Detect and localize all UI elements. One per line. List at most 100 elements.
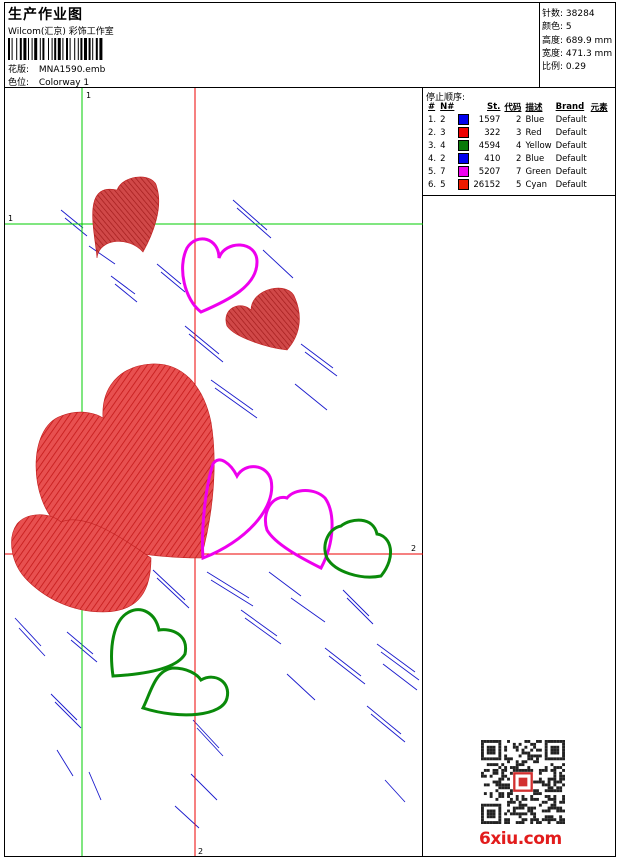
qr-module [530,768,534,772]
qr-module [512,742,516,746]
table-header-row: # N# St. 代码 描述 Brand 元素 [426,101,610,113]
qr-module [504,821,508,824]
qr-module [498,812,502,816]
qr-module [559,740,563,743]
qr-module [489,812,493,816]
qr-module [553,797,557,801]
qr-module [483,774,487,778]
qr-module [559,757,563,761]
qr-module [504,748,508,752]
qr-module [504,774,508,778]
barcode-bar [57,38,61,60]
qr-module [536,821,539,824]
green-outline-heart-right [323,518,392,579]
qr-module [504,812,508,816]
qr-module [498,742,502,746]
qr-module [492,771,496,775]
qr-module [507,803,510,807]
color-swatch [458,166,470,177]
qr-module [495,789,499,793]
qr-module [481,745,484,749]
qr-module [553,771,557,775]
qr-module [544,809,548,813]
row-needle: 2 [440,153,446,164]
qr-module [495,763,499,767]
qr-module [486,768,490,772]
qr-module [533,797,537,801]
qr-module [530,754,534,758]
qr-module [498,792,502,796]
qr-module [559,786,563,790]
qr-module [515,760,519,764]
design-file-row: 花版: MNA1590.emb [8,62,105,75]
qr-module [559,800,563,804]
qr-module [518,763,522,767]
barcode-bar [92,38,94,60]
qr-module [547,815,551,819]
qr-module [481,754,484,758]
color-swatch [458,153,470,164]
qr-module [504,754,508,758]
qr-module [507,777,510,781]
qr-module [498,751,502,755]
col-stitches: St. [487,102,501,112]
qr-module [559,771,563,775]
qr-module [501,792,505,796]
color-swatch [458,114,470,125]
row-index: 5. [428,166,437,177]
row-stitches: 410 [484,153,501,164]
qr-module [498,795,502,798]
qr-module [562,740,565,743]
qr-module [492,757,496,761]
qr-module [501,771,505,775]
stat-height: 高度: 689.9 mm [542,33,612,46]
qr-module [489,792,493,796]
barcode-bar [31,38,33,60]
qr-module [559,806,563,810]
qr-module [533,815,537,819]
qr-module [533,745,537,749]
row-description: Cyan [525,179,547,190]
color-swatch [458,179,470,190]
qr-module [512,800,516,804]
qr-module [515,748,519,752]
qr-module [562,809,565,813]
qr-module [553,774,557,778]
stat-label: 高度: [542,36,564,46]
qr-module [489,763,493,767]
qr-module [498,821,502,824]
qr-module [527,768,531,772]
row-index: 2. [428,127,437,138]
qr-module [538,777,542,781]
qr-module [553,789,557,793]
qr-module [489,748,493,752]
stat-value: 0.29 [565,62,586,72]
stat-value: 471.3 mm [565,49,613,59]
qr-module [515,806,519,810]
row-brand: Default [555,127,587,138]
row-description: Blue [525,153,545,164]
qr-module [556,809,560,813]
qr-module [498,809,502,813]
qr-module [515,821,519,824]
row-brand: Default [555,179,587,190]
row-stitches: 322 [484,127,501,138]
table-row: 2. 3 322 3 Red Default [426,126,610,139]
qr-module [547,780,551,784]
qr-module [521,812,525,816]
guide-label-red-v: 2 [198,847,203,856]
qr-module [507,795,510,798]
qr-module [504,766,508,769]
qr-module [521,818,525,822]
qr-module [498,777,502,781]
barcode-bar [51,38,53,60]
qr-module [507,800,510,804]
row-element [589,152,610,165]
qr-module [486,751,490,755]
qr-module [562,818,565,822]
row-code: 3 [516,127,522,138]
barcode-icon [8,38,103,60]
row-index: 6. [428,179,437,190]
qr-module [518,821,522,824]
qr-module [544,754,548,758]
